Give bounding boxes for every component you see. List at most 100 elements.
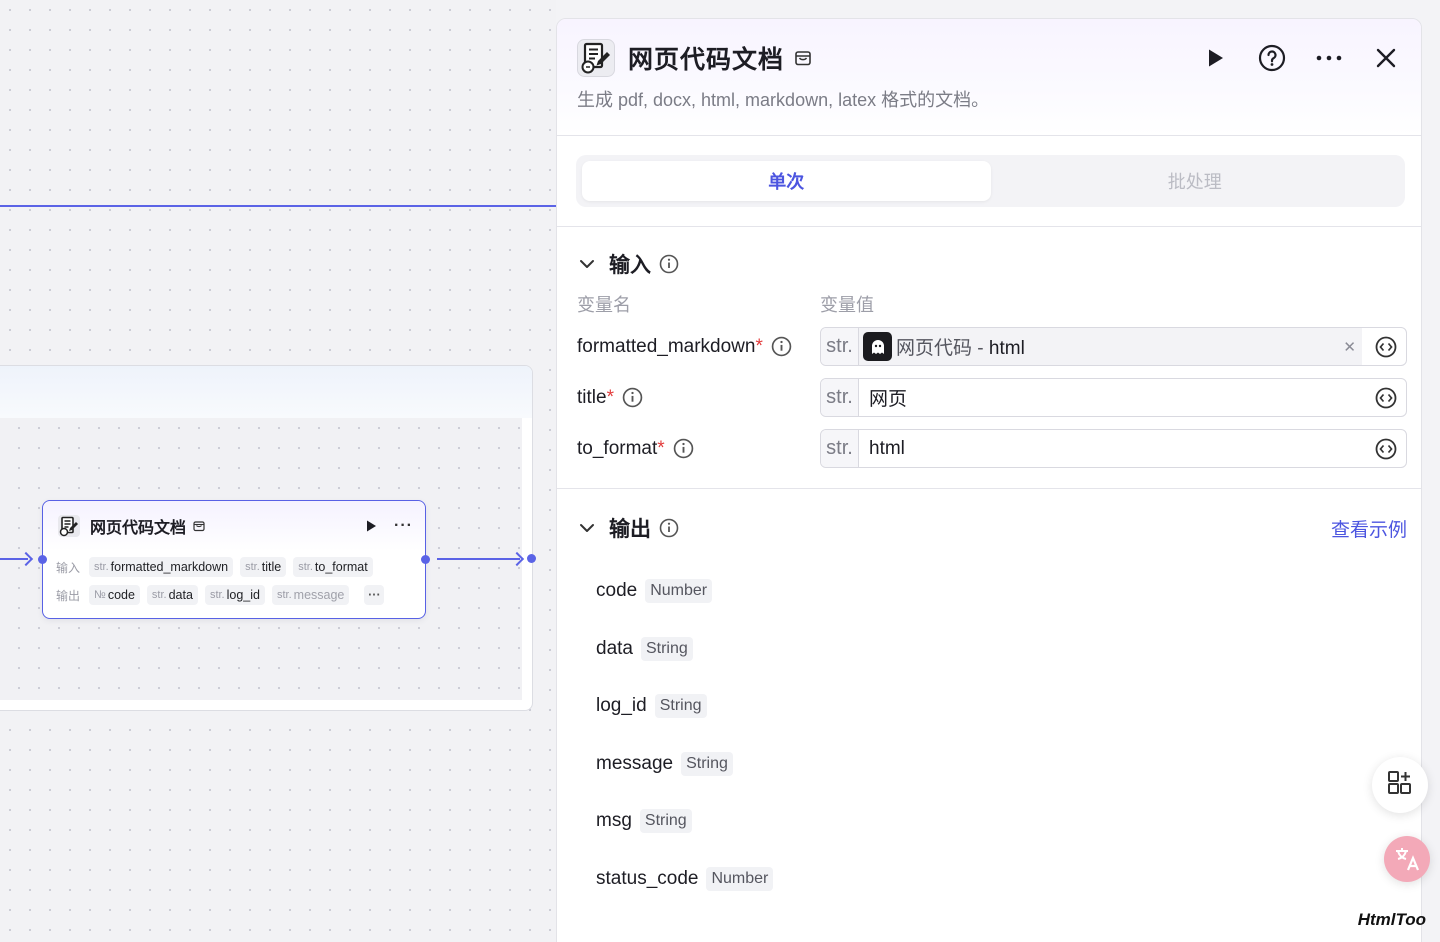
type-badge: str.	[821, 379, 859, 416]
add-apps-icon	[1388, 771, 1411, 794]
panel-title: 网页代码文档	[628, 46, 785, 74]
required-mark: *	[657, 437, 665, 459]
outputs-label: 输出	[56, 588, 81, 603]
info-icon[interactable]	[771, 336, 792, 357]
more-dots-icon	[1316, 55, 1342, 61]
more-button[interactable]	[1314, 43, 1344, 73]
info-icon[interactable]	[622, 387, 643, 408]
document-plugin-icon	[577, 39, 615, 77]
input-section-title: 输入	[609, 254, 651, 277]
node-title: 网页代码文档	[90, 520, 187, 537]
type-badge: String	[681, 751, 733, 776]
output-item: data String	[577, 633, 1407, 665]
output-item: message String	[577, 748, 1407, 780]
output-chip: № code	[89, 585, 140, 605]
output-chip: str. data	[146, 585, 198, 605]
node-outputs-row: 输出 № code str. data str. log_id str. message…	[43, 583, 425, 607]
input-chip: str. to_format	[293, 557, 373, 577]
node-inputs-row: 输入 str. formatted_markdown str. title str.…	[43, 555, 425, 579]
question-circle-icon	[1258, 44, 1286, 72]
input-section: 输入 变量名 变量值 formatted_markdown * str. 网页代码…	[557, 227, 1421, 489]
output-item: code Number	[577, 575, 1407, 607]
output-chip: str. log_id	[204, 585, 265, 605]
translate-button[interactable]	[1384, 836, 1430, 882]
output-item: log_id String	[577, 690, 1407, 722]
input-row-to-format: to_format * str. html	[577, 429, 1407, 468]
output-section: 输出 查看示例 code Number data String log_id Stri…	[557, 489, 1421, 895]
to-format-value[interactable]: html	[859, 438, 1368, 460]
title-field[interactable]: str. 网页	[820, 378, 1407, 417]
node-more-icon[interactable]: ···	[394, 517, 413, 535]
variable-selector-icon[interactable]	[1374, 386, 1398, 410]
run-node-icon[interactable]	[364, 519, 378, 533]
app-grid-button[interactable]	[1372, 757, 1428, 813]
ghost-avatar-icon	[863, 332, 892, 361]
workflow-canvas[interactable]: 网页代码文档 ··· 输入 str. formatted_markdown str…	[0, 0, 556, 942]
panel-description: 生成 pdf, docx, html, markdown, latex 格式的文…	[577, 90, 990, 110]
close-icon	[1376, 48, 1396, 68]
type-badge: Number	[645, 579, 713, 603]
reference-field-name: html	[988, 338, 1025, 359]
mode-tabs: 单次 批处理	[576, 155, 1405, 207]
input-chip: str. title	[240, 557, 287, 577]
info-icon[interactable]	[673, 438, 694, 459]
output-chip: str. message	[271, 585, 350, 605]
input-row-formatted-markdown: formatted_markdown * str. 网页代码 - html ✕	[577, 327, 1407, 366]
type-badge: String	[654, 694, 707, 718]
more-outputs-button[interactable]: ···	[364, 585, 385, 605]
reference-field[interactable]: str. 网页代码 - html ✕	[820, 327, 1407, 366]
node-settings-panel: 网页代码文档 生成 pdf, docx, html, markdown, lat…	[556, 18, 1422, 942]
node-header: 网页代码文档 ···	[43, 501, 425, 551]
panel-header: 网页代码文档 生成 pdf, docx, html, markdown, lat…	[557, 19, 1421, 136]
chevron-down-icon[interactable]	[577, 518, 597, 538]
tab-single[interactable]: 单次	[582, 161, 991, 201]
node-input-port[interactable]	[38, 555, 47, 564]
variable-selector-icon[interactable]	[1374, 437, 1398, 461]
type-badge: Number	[706, 866, 774, 891]
variable-selector-icon[interactable]	[1374, 335, 1398, 359]
variable-name: formatted_markdown	[577, 335, 756, 357]
column-variable-name: 变量名	[577, 295, 631, 315]
doc-node[interactable]: 网页代码文档 ··· 输入 str. formatted_markdown str…	[38, 500, 430, 619]
outgoing-connection	[437, 558, 520, 560]
required-mark: *	[606, 386, 614, 408]
translate-icon	[1396, 848, 1420, 871]
output-item: status_code Number	[577, 863, 1407, 895]
mode-tabs-section: 单次 批处理	[557, 136, 1421, 227]
clear-reference-icon[interactable]: ✕	[1343, 338, 1356, 356]
watermark: HtmlToo	[1357, 910, 1426, 929]
type-badge: String	[639, 809, 692, 833]
info-icon[interactable]	[659, 254, 679, 274]
close-button[interactable]	[1371, 43, 1401, 73]
type-badge: str.	[821, 328, 859, 365]
play-icon	[1209, 49, 1223, 67]
group-header	[0, 366, 532, 418]
inputs-label: 输入	[56, 560, 81, 575]
variable-name: title	[577, 386, 607, 408]
plugin-store-icon	[193, 521, 205, 532]
type-badge: str.	[821, 430, 859, 467]
connection-edge[interactable]	[0, 205, 556, 207]
input-row-title: title * str. 网页	[577, 378, 1407, 417]
document-plugin-icon	[58, 515, 80, 537]
tab-batch[interactable]: 批处理	[991, 161, 1400, 201]
output-item: msg String	[577, 805, 1407, 837]
variable-reference-chip[interactable]: 网页代码 - html ✕	[859, 328, 1362, 365]
type-badge: String	[640, 636, 693, 661]
output-section-title: 输出	[609, 518, 651, 541]
plugin-store-icon	[795, 51, 811, 66]
chevron-down-icon[interactable]	[577, 254, 597, 274]
help-button[interactable]	[1257, 43, 1287, 73]
input-chip: str. formatted_markdown	[89, 557, 234, 577]
title-value[interactable]: 网页	[859, 384, 1368, 411]
to-format-field[interactable]: str. html	[820, 429, 1407, 468]
run-button[interactable]	[1200, 43, 1230, 73]
required-mark: *	[755, 335, 763, 357]
variable-name: to_format	[577, 437, 658, 459]
node-output-port[interactable]	[421, 555, 430, 564]
reference-source: 网页代码	[896, 338, 973, 359]
group-output-port[interactable]	[527, 554, 536, 563]
column-variable-value: 变量值	[820, 295, 874, 315]
info-icon[interactable]	[659, 518, 679, 538]
view-example-link[interactable]: 查看示例	[1331, 515, 1407, 542]
